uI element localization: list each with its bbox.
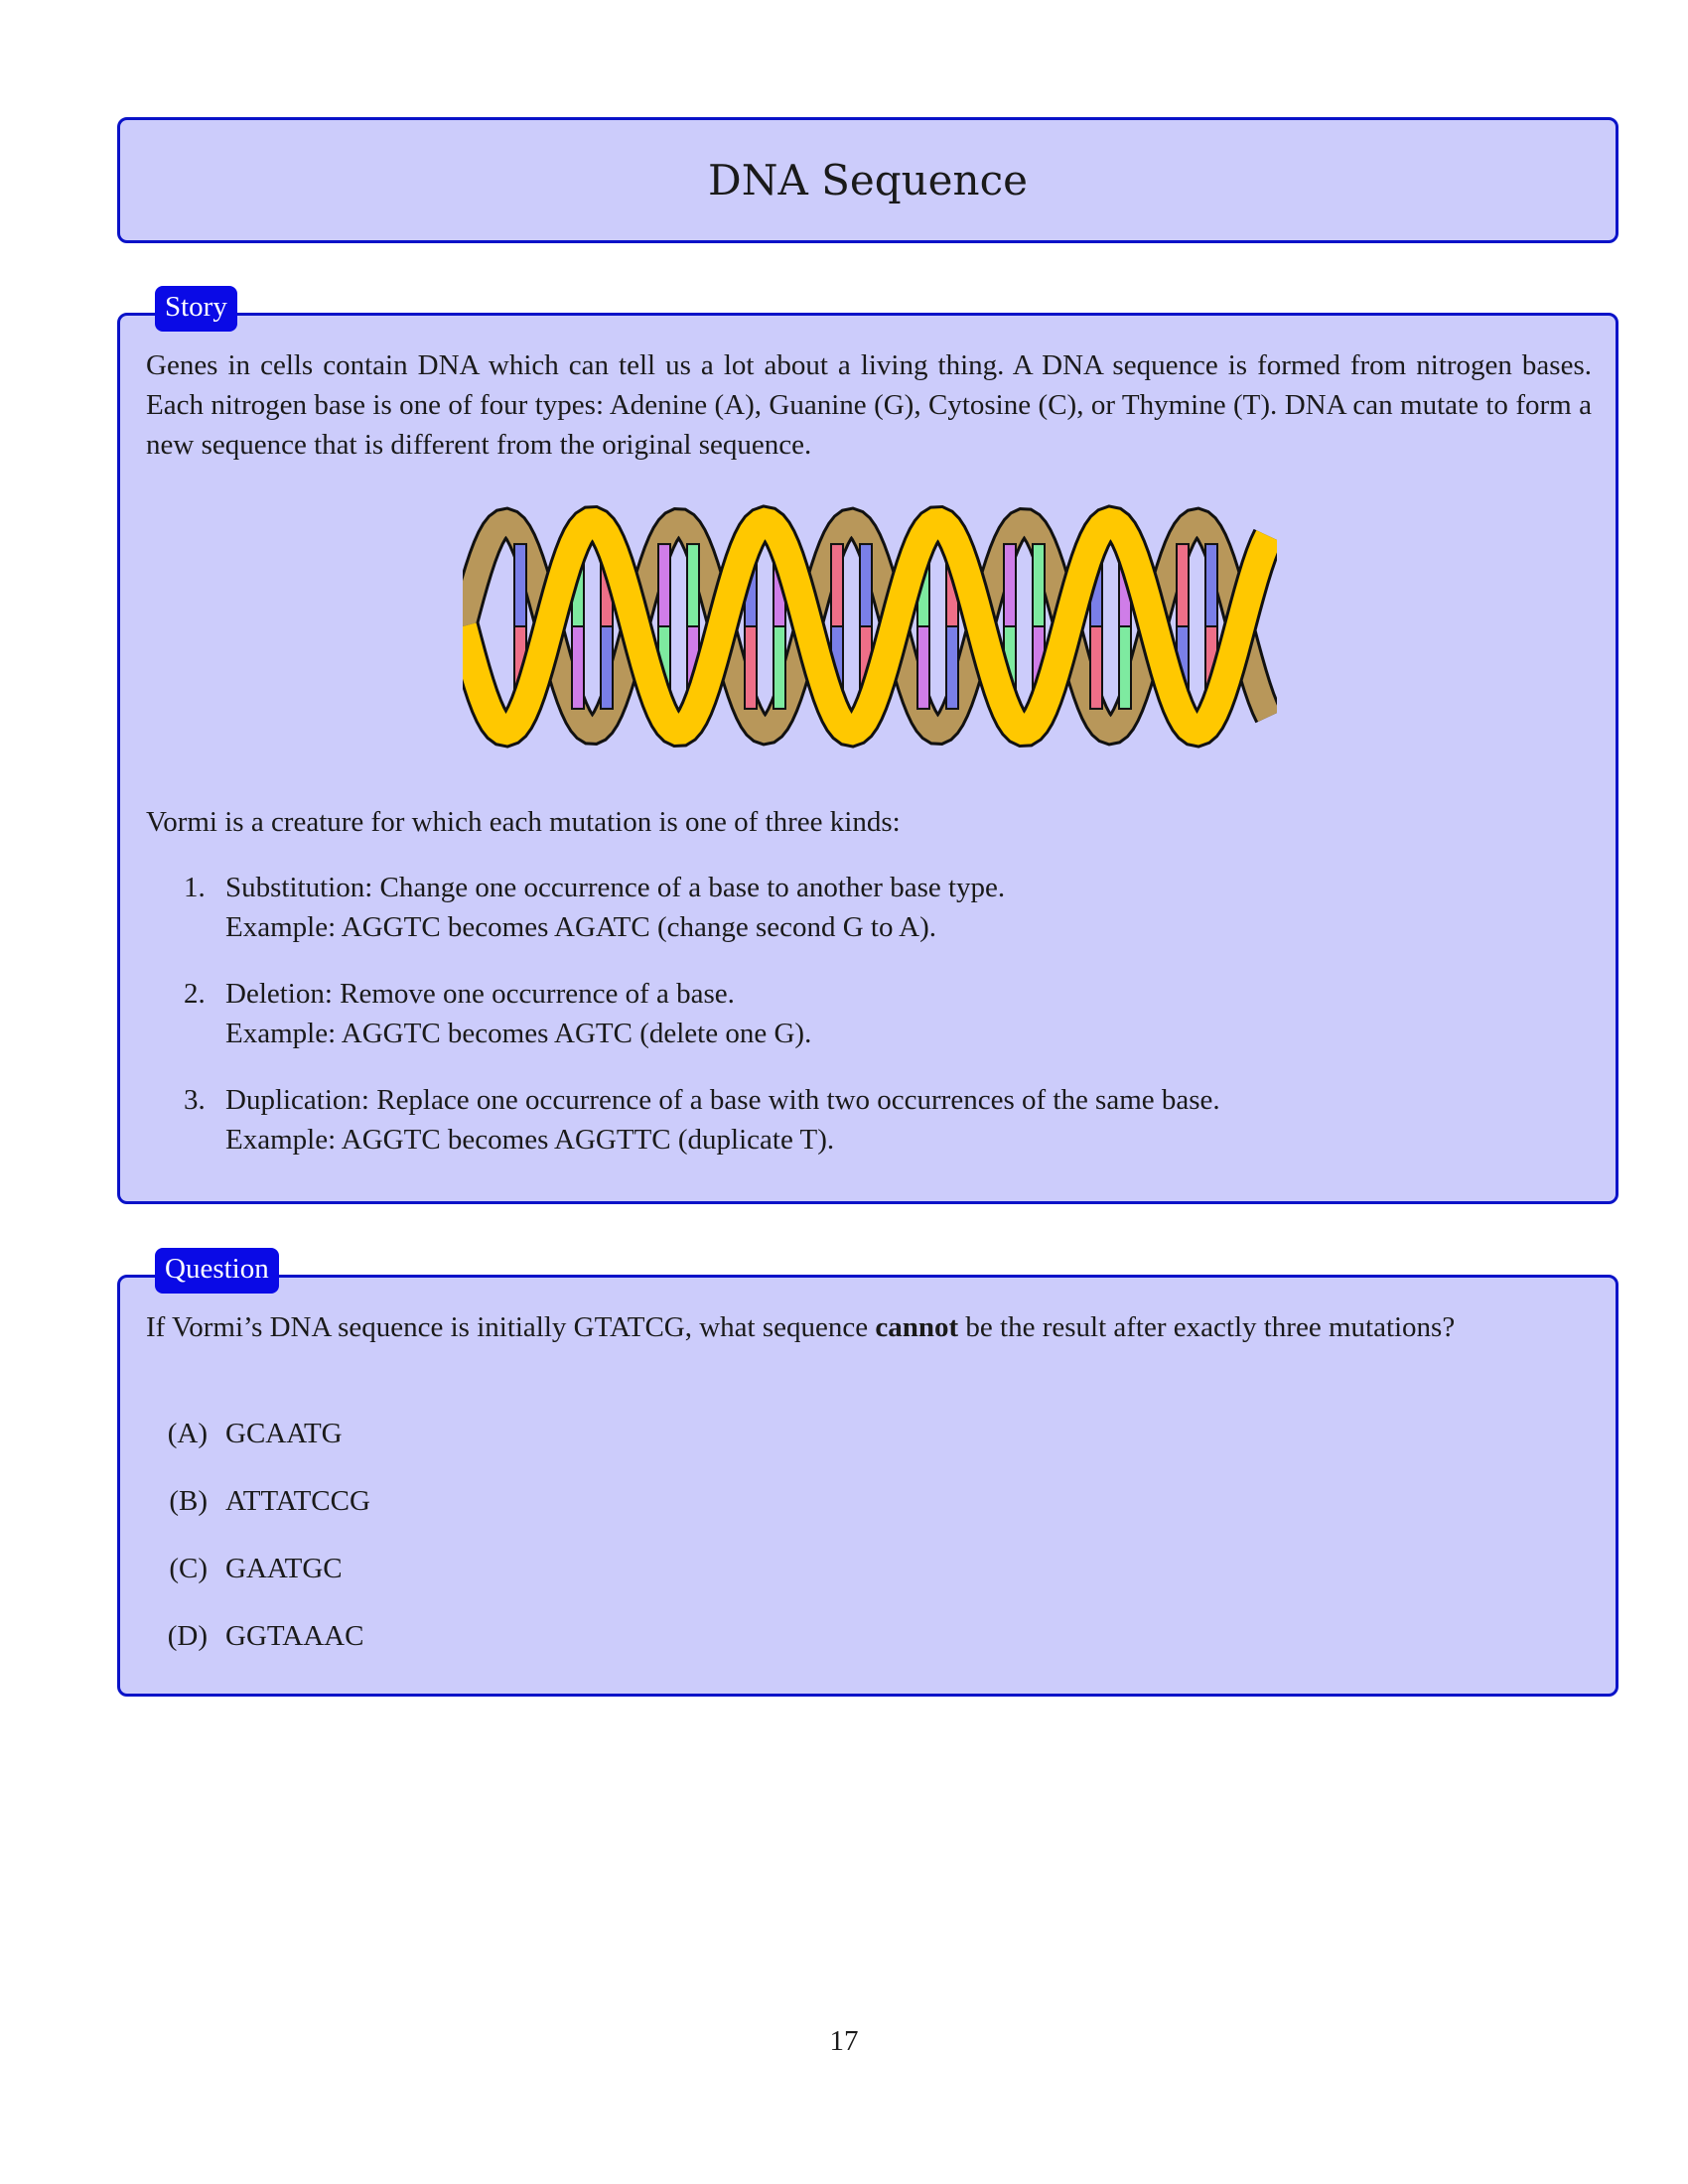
base-pair-half bbox=[830, 543, 844, 628]
option-letter: (D) bbox=[167, 1620, 208, 1652]
option-letter: (C) bbox=[169, 1553, 208, 1584]
option-letter: (A) bbox=[167, 1418, 208, 1449]
base-pair-half bbox=[1003, 543, 1017, 628]
base-pair-half bbox=[1089, 625, 1103, 710]
option-letter: (B) bbox=[169, 1485, 208, 1517]
base-pair-half bbox=[1176, 543, 1190, 628]
list-item: 1. Substitution: Change one occurrence o… bbox=[146, 868, 1592, 947]
story-lead: Vormi is a creature for which each mutat… bbox=[146, 806, 901, 838]
base-pair-half bbox=[945, 625, 959, 710]
base-pair-half bbox=[513, 543, 527, 628]
question-text: If Vormi’s DNA sequence is initially GTA… bbox=[146, 1307, 1592, 1347]
list-item-example: Example: AGGTC becomes AGGTTC (duplicate… bbox=[225, 1124, 835, 1156]
list-number: 3. bbox=[184, 1084, 206, 1116]
base-pair-half bbox=[1032, 543, 1046, 628]
answer-option-c[interactable]: (C) GAATGC bbox=[146, 1549, 343, 1588]
answer-option-d[interactable]: (D) GGTAAAC bbox=[146, 1616, 364, 1656]
base-pair-half bbox=[744, 625, 758, 710]
story-intro: Genes in cells contain DNA which can tel… bbox=[146, 349, 1592, 461]
list-item: 3. Duplication: Replace one occurrence o… bbox=[146, 1080, 1592, 1160]
option-value: GCAATG bbox=[225, 1418, 343, 1449]
base-pair-half bbox=[686, 543, 700, 628]
page-number: 17 bbox=[829, 2025, 859, 2057]
list-item-example: Example: AGGTC becomes AGTC (delete one … bbox=[225, 1018, 812, 1049]
base-pair-half bbox=[1118, 625, 1132, 710]
list-item-line: Duplication: Replace one occurrence of a… bbox=[225, 1084, 1220, 1116]
question-emphasis: cannot bbox=[875, 1311, 959, 1343]
question-box: If Vormi’s DNA sequence is initially GTA… bbox=[117, 1275, 1618, 1697]
list-number: 2. bbox=[184, 978, 206, 1010]
base-pair-half bbox=[571, 625, 585, 710]
title-box: DNA Sequence bbox=[117, 117, 1618, 243]
list-item-line: Substitution: Change one occurrence of a… bbox=[225, 872, 1006, 903]
list-item: 2. Deletion: Remove one occurrence of a … bbox=[146, 974, 1592, 1053]
base-pair-half bbox=[1204, 543, 1218, 628]
base-pair-half bbox=[657, 543, 671, 628]
option-value: GAATGC bbox=[225, 1553, 343, 1584]
question-text-start: If Vormi’s DNA sequence is initially GTA… bbox=[146, 1311, 876, 1343]
dna-helix-illustration bbox=[463, 504, 1277, 749]
question-text-end: be the result after exactly three mutati… bbox=[958, 1311, 1456, 1343]
page-title: DNA Sequence bbox=[708, 156, 1028, 205]
list-number: 1. bbox=[184, 872, 206, 903]
base-pair-half bbox=[600, 625, 614, 710]
dna-helix-graphic bbox=[463, 504, 1277, 749]
list-item-example: Example: AGGTC becomes AGATC (change sec… bbox=[225, 911, 936, 943]
answer-option-b[interactable]: (B) ATTATCCG bbox=[146, 1481, 370, 1521]
base-pair-half bbox=[773, 625, 786, 710]
option-value: ATTATCCG bbox=[225, 1485, 370, 1517]
list-item-line: Deletion: Remove one occurrence of a bas… bbox=[225, 978, 735, 1010]
answer-option-a[interactable]: (A) GCAATG bbox=[146, 1414, 343, 1453]
base-pair-half bbox=[859, 543, 873, 628]
base-pair-half bbox=[916, 625, 930, 710]
story-tag: Story bbox=[155, 286, 237, 332]
option-value: GGTAAAC bbox=[225, 1620, 364, 1652]
question-tag: Question bbox=[155, 1248, 279, 1294]
